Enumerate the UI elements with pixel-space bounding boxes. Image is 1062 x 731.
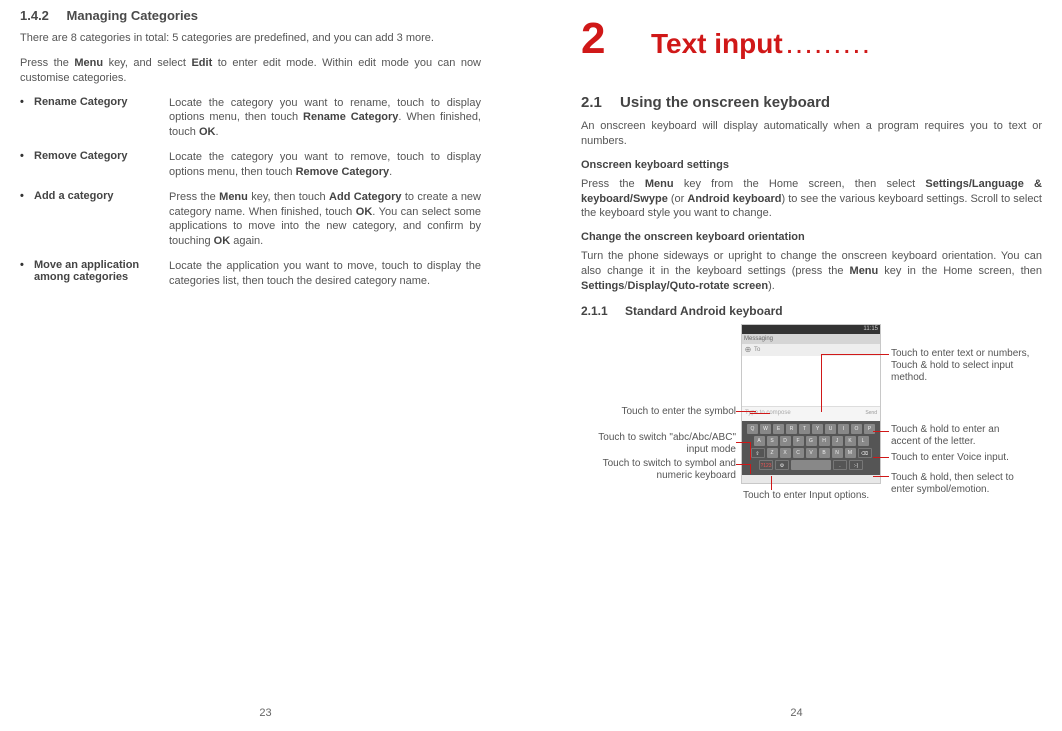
space-key [791,460,831,470]
leader-line [821,354,822,412]
page-number: 23 [259,707,271,719]
item-desc: Locate the category you want to remove, … [169,150,481,180]
bullet-icon: • [20,259,34,289]
leader-line [750,464,751,474]
orientation-text: Turn the phone sideways or upright to ch… [581,249,1042,294]
leader-line [736,464,750,465]
category-item-move: • Move an application among categories L… [20,259,481,289]
callout-text-numbers: Touch to enter text or numbers, Touch & … [891,348,1031,384]
orientation-heading: Change the onscreen keyboard orientation [581,231,1042,243]
leader-line [821,354,889,355]
section-number: 2.1.1 [581,304,608,318]
callout-voice: Touch to enter Voice input. [891,452,1031,464]
section-title: Standard Android keyboard [625,304,783,318]
intro-text: There are 8 categories in total: 5 categ… [20,31,481,46]
status-bar: 11:15 [742,325,880,334]
category-list: • Rename Category Locate the category yo… [20,96,481,289]
callout-numeric: Touch to switch to symbol and numeric ke… [581,458,736,482]
item-desc: Locate the category you want to rename, … [169,96,481,141]
del-key: ⌫ [858,448,872,458]
page-23: 1.4.2 Managing Categories There are 8 ca… [0,0,531,731]
leader-line [771,476,772,490]
leader-line [873,431,889,432]
chapter-header: 2 Text input......... [581,14,1042,64]
leader-line [873,457,889,458]
leader-line [750,413,770,414]
kb-settings-heading: Onscreen keyboard settings [581,159,1042,171]
section-heading-2-1-1: 2.1.1 Standard Android keyboard [581,304,1042,318]
section-number: 2.1 [581,94,602,111]
shift-key: ⇧ [751,448,765,458]
item-desc: Locate the application you want to move,… [169,259,481,289]
message-area [742,356,880,406]
page-number: 24 [790,707,802,719]
section-heading-1-4-2: 1.4.2 Managing Categories [20,8,481,23]
category-item-rename: • Rename Category Locate the category yo… [20,96,481,141]
smiley-key: :-) [849,460,863,470]
category-item-remove: • Remove Category Locate the category yo… [20,150,481,180]
press-menu-text: Press the Menu key, and select Edit to e… [20,56,481,86]
item-label: Remove Category [34,150,169,180]
plus-icon: ⊕ [742,345,754,354]
bullet-icon: • [20,96,34,141]
leader-line [750,442,751,460]
item-desc: Press the Menu key, then touch Add Categ… [169,190,481,249]
category-item-add: • Add a category Press the Menu key, the… [20,190,481,249]
section-title: Using the onscreen keyboard [620,94,830,111]
bullet-icon: • [20,190,34,249]
callout-input-options: Touch to enter Input options. [743,490,873,502]
num-key: ?123 [759,460,773,470]
title-bar: Messaging [742,334,880,344]
keyboard-keys: QWERTYUIOP ASDFGHJKL ⇧ZXCVBNM⌫ ?123⚙.:-) [742,421,880,475]
chapter-number: 2 [581,14,651,64]
leader-line [736,411,756,412]
callout-abc-mode: Touch to switch "abc/Abc/ABC" input mode [581,432,736,456]
keyboard-screenshot: 11:15 Messaging ⊕ To Type to compose Sen… [741,324,881,484]
section-heading-2-1: 2.1 Using the onscreen keyboard [581,94,1042,111]
chapter-title: Text input......... [651,28,873,60]
callout-accent: Touch & hold to enter an accent of the l… [891,424,1031,448]
kb-settings-text: Press the Menu key from the Home screen,… [581,177,1042,222]
section-intro: An onscreen keyboard will display automa… [581,119,1042,149]
settings-key: ⚙ [775,460,789,470]
item-label: Move an application among categories [34,259,169,289]
page-24: 2 Text input......... 2.1 Using the onsc… [531,0,1062,731]
bullet-icon: • [20,150,34,180]
section-title: Managing Categories [67,8,198,23]
leader-line [736,442,750,443]
callout-emotion: Touch & hold, then select to enter symbo… [891,472,1031,496]
leader-line [873,476,889,477]
dot-key: . [833,460,847,470]
section-number: 1.4.2 [20,8,49,23]
keyboard-diagram: 11:15 Messaging ⊕ To Type to compose Sen… [581,324,1031,539]
item-label: Add a category [34,190,169,249]
item-label: Rename Category [34,96,169,141]
callout-symbol: Touch to enter the symbol [581,406,736,418]
dots-icon: ......... [787,36,873,58]
